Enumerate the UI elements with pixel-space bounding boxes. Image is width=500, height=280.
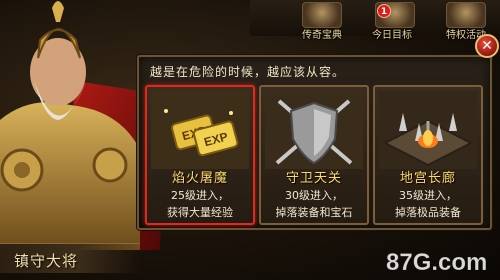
card-reward: 掉落装备和宝石 — [275, 206, 353, 219]
top-menu-item-daily-goals[interactable]: 今日目标 — [372, 26, 412, 41]
book-icon[interactable] — [302, 2, 342, 28]
card-reward: 掉落极品装备 — [395, 206, 461, 219]
top-menu-item-guide[interactable]: 传奇宝典 — [302, 26, 342, 41]
shield-crossed-swords-icon — [265, 91, 363, 169]
hero-name: 镇守大将 — [14, 252, 79, 270]
hero-name-banner: 镇守大将 — [0, 243, 140, 273]
card-level-requirement: 30级进入， — [285, 189, 343, 202]
close-button[interactable]: ✕ — [475, 34, 499, 58]
watermark-text: 87G.com — [386, 249, 487, 276]
dungeon-select-panel: 越是在危险的时候，越应该从容。 EXP EXP 焰火屠魔 25级进入， 获得大量… — [137, 55, 492, 230]
card-title: 焰火屠魔 — [171, 171, 228, 186]
card-level-requirement: 25级进入， — [171, 189, 229, 202]
notification-badge: 1 — [377, 4, 391, 18]
top-menu-bar: 传奇宝典 1 今日目标 特权活动 — [250, 0, 500, 41]
panel-prompt: 越是在危险的时候，越应该从容。 — [150, 65, 346, 79]
site-logo: 87G.com — [386, 249, 488, 276]
dungeon-card-fireworks[interactable]: EXP EXP 焰火屠魔 25级进入， 获得大量经验 — [145, 85, 255, 225]
card-level-requirement: 35级进入， — [399, 189, 457, 202]
card-reward: 获得大量经验 — [167, 206, 233, 219]
dungeon-card-guard-pass[interactable]: 守卫天关 30级进入， 掉落装备和宝石 — [259, 85, 369, 225]
game-scene: 传奇宝典 1 今日目标 特权活动 镇守大将 越是在危险的时候，越应该从容。 EX… — [0, 0, 500, 280]
spiked-trap-fire-icon — [379, 91, 477, 169]
card-title: 地宫长廊 — [399, 171, 456, 186]
close-icon: ✕ — [481, 38, 493, 54]
dungeon-card-palace-corridor[interactable]: 地宫长廊 35级进入， 掉落极品装备 — [373, 85, 483, 225]
treasure-chest-icon[interactable] — [446, 2, 486, 28]
card-title: 守卫天关 — [285, 171, 342, 186]
exp-tokens-icon: EXP EXP — [151, 91, 249, 169]
